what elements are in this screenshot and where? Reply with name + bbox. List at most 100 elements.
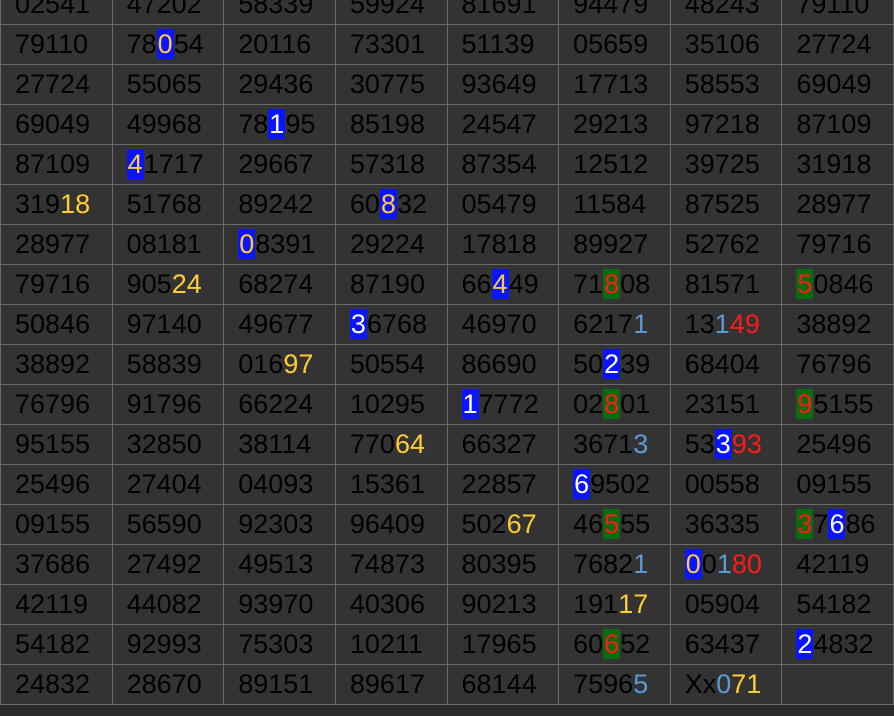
highlighted-digit: 3 [796, 509, 814, 539]
digit-group: 85198 [349, 109, 425, 139]
highlighted-digit: 3 [714, 429, 732, 459]
grid-row: 24832 28670 89151 89617 68144 75965 Xx071 [0, 664, 894, 705]
grid-cell: 86690 [446, 344, 560, 385]
grid-row: 37686 27492 49513 74873 80395 76821 00180 42119 [0, 544, 894, 585]
digit-group: 191 [573, 589, 619, 619]
digit-group: 23151 [684, 389, 760, 419]
digit-group: 49968 [126, 109, 202, 139]
digit-group: 09155 [15, 509, 91, 539]
grid-cell: 63437 [669, 624, 783, 665]
grid-cell: 24547 [446, 104, 560, 145]
digit-group: 86 [845, 509, 876, 539]
grid-cell: 76821 [558, 544, 671, 585]
grid-cell: 47202 [111, 0, 225, 25]
grid-cell: 27724 [781, 24, 894, 65]
digit-group: 76796 [796, 349, 872, 379]
digit-group: 81691 [461, 0, 537, 19]
digit-group: 15361 [349, 469, 425, 499]
grid-row: 95155 32850 38114 77064 66327 36713 53393 25496 [0, 424, 894, 465]
digit-group: 24 [171, 269, 202, 299]
grid-cell: 15361 [334, 464, 448, 505]
grid-row: 54182 92993 75303 10211 17965 60652 63437 24832 [0, 624, 894, 665]
digit-group: 76796 [15, 389, 91, 419]
digit-group: 29436 [238, 69, 314, 99]
grid-cell: 68274 [223, 264, 336, 305]
grid-row: 31918 51768 89242 60832 05479 11584 87525 28977 [0, 184, 894, 225]
grid-cell: 66224 [223, 384, 336, 425]
grid-cell: 75303 [223, 624, 336, 665]
digit-group: 78 [126, 29, 157, 59]
grid-cell: 40306 [334, 584, 448, 625]
digit-group: 68404 [684, 349, 760, 379]
grid-cell: 38892 [0, 344, 113, 385]
digit-group: 35106 [684, 29, 760, 59]
digit-group: 00558 [684, 469, 760, 499]
grid-cell: 08181 [111, 224, 225, 265]
digit-group: 3671 [573, 429, 634, 459]
grid-cell: 75965 [558, 664, 671, 705]
digit-group: 74873 [349, 549, 425, 579]
digit-group: 36335 [684, 509, 760, 539]
grid-cell: 78054 [111, 24, 225, 65]
grid-cell: 17965 [446, 624, 560, 665]
digit-group: 50846 [15, 309, 91, 339]
digit-group: 17818 [461, 229, 537, 259]
grid-cell: 66449 [446, 264, 560, 305]
digit-group: 04093 [238, 469, 314, 499]
digit-group: 10211 [349, 629, 423, 659]
digit-group: 13 [684, 309, 715, 339]
grid-cell: 29667 [223, 144, 336, 185]
grid-row: 69049 49968 78195 85198 24547 29213 97218 87109 [0, 104, 894, 145]
digit-group: 40306 [349, 589, 425, 619]
grid-cell: 87109 [781, 104, 894, 145]
grid-cell: 58839 [111, 344, 225, 385]
digit-group: 28670 [126, 669, 202, 699]
digit-group: 770 [349, 429, 395, 459]
grid-cell: 29213 [558, 104, 671, 145]
digit-group: 20116 [238, 29, 312, 59]
digit-group: 05659 [573, 29, 649, 59]
digit-group: 68274 [238, 269, 314, 299]
digit-group: 1 [633, 309, 649, 339]
digit-group: 01 [620, 389, 651, 419]
digit-group: 80 [731, 549, 762, 579]
highlighted-digit: 2 [796, 629, 814, 659]
grid-cell: 00180 [669, 544, 783, 585]
grid-cell: 44082 [111, 584, 225, 625]
grid-cell: 50846 [781, 264, 894, 305]
digit-group: 31918 [796, 149, 872, 179]
digit-group: 60 [349, 189, 380, 219]
grid-cell: 11584 [558, 184, 671, 225]
digit-group: 49677 [238, 309, 314, 339]
grid-cell: 46555 [558, 504, 671, 545]
grid-cell: 89927 [558, 224, 671, 265]
digit-group: 39725 [684, 149, 760, 179]
grid-cell: 49677 [223, 304, 336, 345]
digit-group: 25496 [796, 429, 872, 459]
digit-group: 89242 [238, 189, 314, 219]
highlighted-digit: 1 [461, 389, 479, 419]
digit-group: 27724 [15, 69, 91, 99]
digit-group: 4832 [813, 629, 874, 659]
digit-group: 87354 [461, 149, 537, 179]
digit-group: 29213 [573, 109, 649, 139]
digit-group: 90213 [461, 589, 537, 619]
digit-group: 93970 [238, 589, 314, 619]
grid-cell: 36713 [558, 424, 671, 465]
digit-group: 54182 [15, 629, 91, 659]
grid-cell: 17713 [558, 64, 671, 105]
digit-group: 94479 [573, 0, 649, 19]
grid-cell: 10295 [334, 384, 448, 425]
grid-cell: 32850 [111, 424, 225, 465]
digit-group: 48243 [684, 0, 760, 19]
digit-group: 47202 [126, 0, 202, 19]
digit-group: 502 [461, 509, 507, 539]
digit-group: 81571 [684, 269, 760, 299]
digit-group: 73301 [349, 29, 425, 59]
number-grid: 02541 47202 58339 59924 81691 94479 48243 79110… [0, 0, 894, 705]
digit-group: 27724 [796, 29, 872, 59]
grid-cell: 60652 [558, 624, 671, 665]
digit-group: 5155 [813, 389, 874, 419]
digit-group: 96409 [349, 509, 425, 539]
number-grid-body: 02541 47202 58339 59924 81691 94479 48243 79110… [0, 0, 894, 705]
